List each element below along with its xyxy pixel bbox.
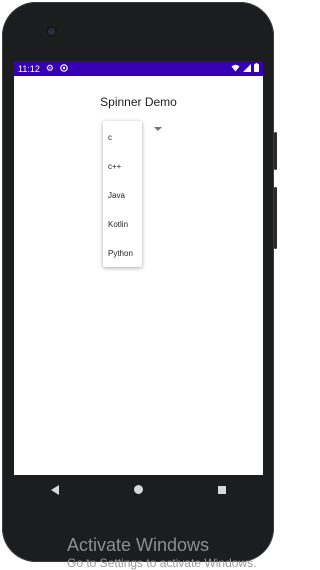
spinner-dropdown-arrow-icon[interactable] (154, 127, 162, 131)
activate-windows-title: Activate Windows (67, 535, 210, 555)
home-icon[interactable] (133, 485, 143, 494)
volume-button (274, 187, 277, 249)
back-icon[interactable] (51, 484, 60, 495)
navigation-bar (14, 475, 263, 504)
wifi-icon (231, 64, 240, 74)
page-title: Spinner Demo (100, 95, 177, 109)
gear-icon: ⚙ (45, 63, 54, 73)
status-bar: 11:12 ⚙ (14, 61, 263, 76)
signal-icon (243, 63, 251, 74)
spinner-option[interactable]: Python (103, 239, 142, 268)
spinner-option[interactable]: Kotlin (103, 210, 142, 239)
power-button (274, 132, 277, 170)
front-camera (46, 26, 57, 37)
spinner-option[interactable]: c (103, 123, 142, 152)
status-time: 11:12 (18, 63, 40, 74)
circle-a-icon (60, 63, 68, 74)
spinner-option[interactable]: c++ (103, 152, 142, 181)
spinner-option[interactable]: Java (103, 181, 142, 210)
device-screen: 11:12 ⚙ Spinner Demo c c++ Java Kotlin P… (14, 61, 263, 475)
spinner-dropdown-list: c c++ Java Kotlin Python (103, 121, 142, 267)
activate-windows-subtitle: Go to Settings to activate Windows. (67, 556, 257, 570)
battery-icon (254, 63, 259, 74)
recents-icon[interactable] (217, 485, 226, 494)
